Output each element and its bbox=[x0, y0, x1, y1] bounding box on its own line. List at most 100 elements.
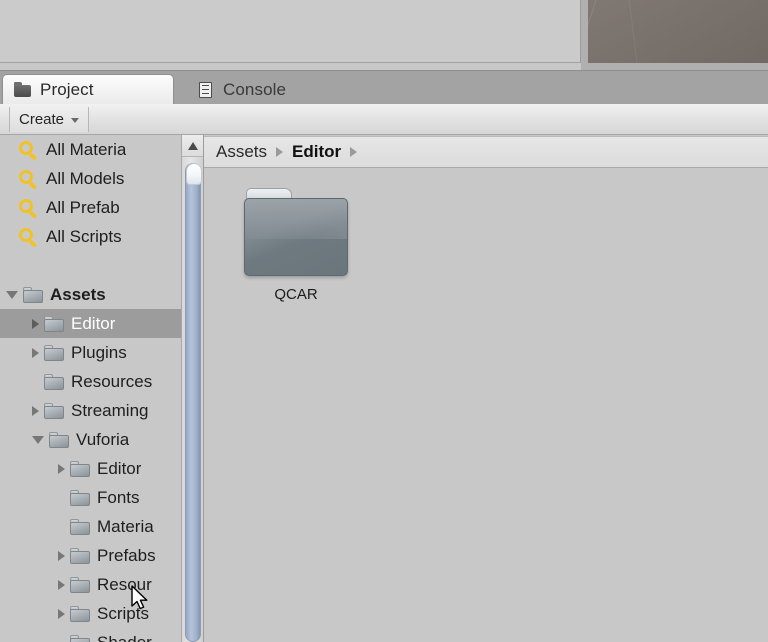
disclosure-placeholder bbox=[6, 203, 13, 213]
folder-icon bbox=[70, 634, 90, 642]
triangle-right-icon[interactable] bbox=[58, 463, 65, 474]
tree-row-label: Fonts bbox=[97, 487, 140, 507]
disclosure-placeholder bbox=[32, 377, 39, 387]
folder-icon bbox=[49, 431, 69, 448]
folder-icon bbox=[70, 576, 90, 593]
mouse-cursor bbox=[131, 585, 151, 613]
panel-tab-bar: Project Console bbox=[0, 70, 768, 105]
folder-icon bbox=[70, 489, 90, 506]
scene-view-bottom-edge bbox=[588, 63, 768, 70]
panel-gutter bbox=[581, 0, 588, 70]
triangle-right-icon[interactable] bbox=[58, 579, 65, 590]
tree-row-label: All Materia bbox=[46, 139, 127, 159]
tree-row[interactable]: Editor bbox=[0, 454, 181, 483]
inspector-panel-fragment[interactable] bbox=[0, 0, 581, 63]
tree-row[interactable]: Resources bbox=[0, 367, 181, 396]
folder-icon bbox=[70, 605, 90, 622]
tree-row-label: All Models bbox=[46, 168, 125, 188]
disclosure-placeholder bbox=[58, 493, 65, 503]
scroll-up-button[interactable] bbox=[182, 135, 203, 157]
scene-view-fragment[interactable] bbox=[588, 0, 768, 63]
tree-row-label: Prefabs bbox=[97, 545, 156, 565]
search-icon bbox=[18, 227, 40, 247]
triangle-right-icon[interactable] bbox=[58, 608, 65, 619]
folder-icon bbox=[70, 518, 90, 535]
asset-item-qcar[interactable]: QCAR bbox=[232, 188, 360, 303]
asset-grid[interactable]: QCAR bbox=[204, 168, 768, 642]
tree-row[interactable]: Vuforia bbox=[0, 425, 181, 454]
folder-icon bbox=[70, 460, 90, 477]
tree-row-label: Editor bbox=[97, 458, 142, 478]
tree-row[interactable]: Editor bbox=[0, 309, 181, 338]
top-panels-strip bbox=[0, 0, 768, 70]
chevron-right-icon bbox=[276, 147, 284, 157]
scrollbar-thumb[interactable] bbox=[185, 163, 202, 642]
caret-down-icon bbox=[71, 118, 80, 123]
tab-project[interactable]: Project bbox=[2, 74, 174, 105]
tree-row[interactable]: Materia bbox=[0, 512, 181, 541]
tree-row[interactable]: Shader bbox=[0, 628, 181, 642]
asset-tree-pane[interactable]: All Materia All Models All Prefab All Scrip… bbox=[0, 135, 181, 642]
disclosure-placeholder bbox=[6, 232, 13, 242]
folder-icon bbox=[44, 402, 64, 419]
tree-row-label: Resources bbox=[71, 371, 153, 391]
search-icon bbox=[18, 169, 40, 189]
tree-row[interactable]: Resour bbox=[0, 570, 181, 599]
disclosure-placeholder bbox=[6, 174, 13, 184]
triangle-right-icon[interactable] bbox=[32, 318, 39, 329]
search-icon bbox=[18, 198, 40, 218]
disclosure-placeholder bbox=[58, 638, 65, 642]
folder-icon bbox=[14, 81, 32, 99]
tree-row-label: Materia bbox=[97, 516, 154, 536]
chevron-right-icon bbox=[350, 147, 358, 157]
triangle-right-icon[interactable] bbox=[58, 550, 65, 561]
tree-row[interactable]: Prefabs bbox=[0, 541, 181, 570]
folder-icon bbox=[70, 547, 90, 564]
project-toolbar: Create bbox=[0, 104, 768, 135]
folder-icon bbox=[23, 286, 43, 303]
disclosure-placeholder bbox=[58, 522, 65, 532]
create-button-label: Create bbox=[19, 111, 65, 128]
tree-row-label: Streaming bbox=[71, 400, 149, 420]
tree-row[interactable]: All Materia bbox=[0, 135, 181, 164]
tree-row[interactable]: All Scripts bbox=[0, 222, 181, 251]
tree-spacer-row bbox=[0, 251, 181, 280]
tree-vertical-scrollbar[interactable] bbox=[181, 135, 204, 642]
breadcrumb: Assets Editor bbox=[204, 136, 768, 168]
asset-item-label: QCAR bbox=[274, 286, 318, 303]
folder-icon bbox=[44, 344, 64, 361]
tab-project-label: Project bbox=[40, 80, 94, 99]
tree-row-label: All Scripts bbox=[46, 226, 122, 246]
tree-row[interactable]: Streaming bbox=[0, 396, 181, 425]
tree-row[interactable]: All Prefab bbox=[0, 193, 181, 222]
tree-row-label: Vuforia bbox=[76, 429, 130, 449]
tree-row[interactable]: All Models bbox=[0, 164, 181, 193]
folder-icon bbox=[44, 315, 64, 332]
triangle-up-icon bbox=[188, 142, 198, 150]
scene-view-shading bbox=[588, 0, 768, 63]
document-icon bbox=[197, 81, 215, 99]
breadcrumb-item-editor[interactable]: Editor bbox=[292, 142, 341, 162]
tree-row-label: Plugins bbox=[71, 342, 127, 362]
unity-project-window: Project Console Create All Materia All Mo… bbox=[0, 0, 768, 642]
tab-console-label: Console bbox=[223, 79, 287, 99]
asset-content-pane[interactable]: Assets Editor QCAR bbox=[204, 135, 768, 642]
tab-console[interactable]: Console bbox=[186, 74, 300, 105]
breadcrumb-item-assets[interactable]: Assets bbox=[216, 142, 267, 162]
triangle-down-icon[interactable] bbox=[32, 435, 44, 444]
tree-row[interactable]: Fonts bbox=[0, 483, 181, 512]
tree-row[interactable]: Assets bbox=[0, 280, 181, 309]
triangle-right-icon[interactable] bbox=[32, 347, 39, 358]
search-icon bbox=[18, 140, 40, 160]
tree-row[interactable]: Scripts bbox=[0, 599, 181, 628]
scrollbar-thumb-cap bbox=[186, 163, 202, 185]
triangle-down-icon[interactable] bbox=[6, 290, 18, 299]
project-body: All Materia All Models All Prefab All Scrip… bbox=[0, 135, 768, 642]
triangle-right-icon[interactable] bbox=[32, 405, 39, 416]
tree-row-label: Editor bbox=[71, 313, 116, 333]
tree-row-label: All Prefab bbox=[46, 197, 120, 217]
folder-icon-large bbox=[244, 188, 348, 276]
tree-row[interactable]: Plugins bbox=[0, 338, 181, 367]
create-button[interactable]: Create bbox=[9, 107, 90, 132]
tree-row-label: Shader bbox=[97, 632, 152, 642]
